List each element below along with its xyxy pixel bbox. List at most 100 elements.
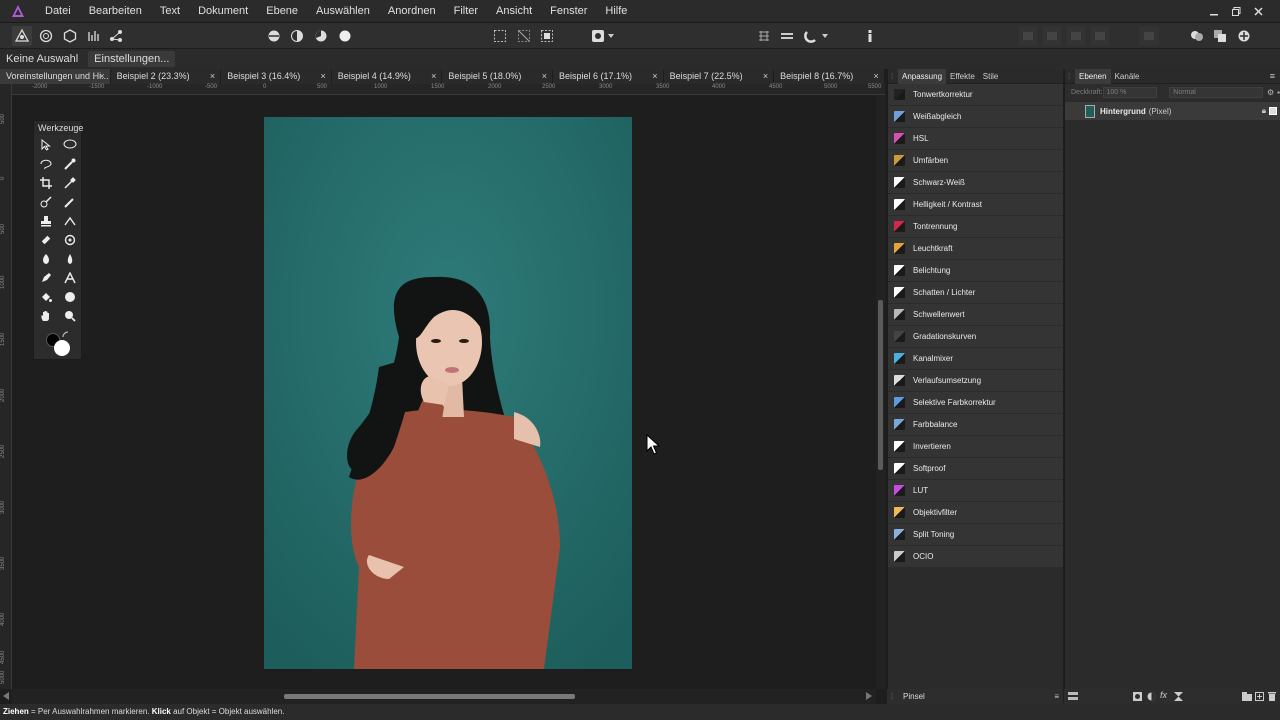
secondary-color-swatch[interactable]: [54, 340, 70, 356]
adjustment-item[interactable]: Objektivfilter: [888, 502, 1063, 523]
tab-document-8[interactable]: Beispiel 8 (16.7%) ×: [774, 69, 885, 84]
scroll-right-icon[interactable]: [866, 692, 872, 700]
adjustment-item[interactable]: Schwellenwert: [888, 304, 1063, 325]
crop-tool-icon[interactable]: [37, 175, 55, 191]
affinity-logo-icon[interactable]: [8, 1, 28, 21]
panel-grip-icon[interactable]: ⁞: [888, 72, 898, 81]
liquify-persona-icon[interactable]: [36, 26, 56, 46]
minimize-icon[interactable]: [1203, 0, 1225, 23]
adjustment-item[interactable]: Kanalmixer: [888, 348, 1063, 369]
delete-layer-icon[interactable]: [1268, 692, 1276, 701]
tab-close-icon[interactable]: ×: [99, 69, 104, 84]
scrollbar-thumb[interactable]: [284, 694, 575, 699]
adjustment-item[interactable]: Helligkeit / Kontrast: [888, 194, 1063, 215]
tone-mapping-persona-icon[interactable]: [84, 26, 104, 46]
blur-tool-icon[interactable]: [61, 251, 79, 267]
snapping-chevron-down-icon[interactable]: [820, 26, 830, 46]
close-icon[interactable]: [1247, 0, 1269, 23]
scroll-left-icon[interactable]: [3, 692, 9, 700]
tab-document-7[interactable]: Beispiel 7 (22.5%) ×: [663, 69, 775, 84]
tab-anpassung[interactable]: Anpassung: [898, 68, 947, 84]
panel-menu-icon[interactable]: ≡: [1054, 692, 1059, 701]
tab-document-3[interactable]: Beispiel 3 (16.4%) ×: [221, 69, 332, 84]
healing-brush-icon[interactable]: [37, 232, 55, 248]
menu-filter[interactable]: Filter: [445, 0, 487, 23]
menu-fenster[interactable]: Fenster: [541, 0, 596, 23]
opacity-field[interactable]: 100 %: [1102, 86, 1158, 98]
adjustment-item[interactable]: LUT: [888, 480, 1063, 501]
align-right-icon[interactable]: [1066, 26, 1086, 46]
auto-levels-icon[interactable]: [264, 26, 284, 46]
tab-document-1[interactable]: Voreinstellungen und Hi... ×: [0, 69, 111, 84]
adjustment-item[interactable]: Weißabgleich: [888, 106, 1063, 127]
add-layer-icon[interactable]: [1255, 692, 1264, 701]
text-tool-icon[interactable]: [61, 270, 79, 286]
develop-persona-icon[interactable]: [60, 26, 80, 46]
arrange-icon[interactable]: [1139, 26, 1159, 46]
zoom-tool-icon[interactable]: [61, 308, 79, 324]
fill-tool-icon[interactable]: [37, 289, 55, 305]
adjustment-item[interactable]: Belichtung: [888, 260, 1063, 281]
red-eye-tool-icon[interactable]: [61, 213, 79, 229]
align-left-icon[interactable]: [1018, 26, 1038, 46]
tab-close-icon[interactable]: ×: [431, 69, 436, 84]
tab-close-icon[interactable]: ×: [321, 69, 326, 84]
gear-icon[interactable]: ⚙: [1267, 88, 1274, 97]
adjustment-layer-icon[interactable]: [1147, 692, 1156, 701]
adjustment-item[interactable]: Tonwertkorrektur: [888, 84, 1063, 105]
panel-grip-icon[interactable]: ⁞: [887, 692, 903, 701]
menu-auswaehlen[interactable]: Auswählen: [307, 0, 379, 23]
mask-layer-icon[interactable]: [1133, 692, 1142, 701]
menu-ansicht[interactable]: Ansicht: [487, 0, 541, 23]
tab-close-icon[interactable]: ×: [210, 69, 215, 84]
swap-colors-icon[interactable]: [62, 331, 70, 339]
photo-persona-icon[interactable]: [12, 26, 32, 46]
live-filter-icon[interactable]: fx: [1160, 690, 1167, 700]
menu-bearbeiten[interactable]: Bearbeiten: [80, 0, 151, 23]
adjustment-item[interactable]: HSL: [888, 128, 1063, 149]
restore-icon[interactable]: [1225, 0, 1247, 23]
adjustment-item[interactable]: Schatten / Lichter: [888, 282, 1063, 303]
menu-anordnen[interactable]: Anordnen: [379, 0, 445, 23]
adjustment-item[interactable]: Farbbalance: [888, 414, 1063, 435]
tab-document-2[interactable]: Beispiel 2 (23.3%) ×: [110, 69, 222, 84]
tab-effekte[interactable]: Effekte: [946, 69, 979, 84]
snapping-grid-icon[interactable]: [754, 26, 774, 46]
adjustment-item[interactable]: Leuchtkraft: [888, 238, 1063, 259]
selection-brush-icon[interactable]: [61, 156, 79, 172]
layer-stack-icon[interactable]: [1068, 692, 1078, 701]
tab-kanaele[interactable]: Kanäle: [1111, 69, 1144, 84]
group-layers-icon[interactable]: [1242, 692, 1252, 701]
settings-button[interactable]: Einstellungen...: [88, 51, 176, 67]
align-center-icon[interactable]: [1042, 26, 1062, 46]
vertical-scrollbar[interactable]: [876, 95, 885, 689]
dodge-tool-icon[interactable]: [37, 251, 55, 267]
menu-datei[interactable]: Datei: [36, 0, 80, 23]
adjustment-item[interactable]: Umfärben: [888, 150, 1063, 171]
insert-behind-icon[interactable]: [1210, 26, 1230, 46]
marquee-select-icon[interactable]: [490, 26, 510, 46]
tab-close-icon[interactable]: ×: [873, 69, 878, 84]
adjustment-item[interactable]: Gradationskurven: [888, 326, 1063, 347]
chevron-down-icon[interactable]: [606, 26, 616, 46]
vertical-ruler[interactable]: 500 0 500 1000 1500 2000 2500 3000 3500 …: [0, 84, 12, 689]
menu-ebene[interactable]: Ebene: [257, 0, 307, 23]
photo-image[interactable]: [264, 117, 632, 669]
adjustment-item[interactable]: Selektive Farbkorrektur: [888, 392, 1063, 413]
adjustment-item[interactable]: OCIO: [888, 546, 1063, 567]
assistant-icon[interactable]: [777, 26, 797, 46]
tab-document-6[interactable]: Beispiel 6 (17.1%) ×: [552, 69, 664, 84]
scrollbar-thumb[interactable]: [878, 300, 883, 470]
brushes-panel-label[interactable]: Pinsel: [903, 692, 925, 701]
insert-top-icon[interactable]: [1234, 26, 1254, 46]
blemish-tool-icon[interactable]: [61, 232, 79, 248]
color-picker-icon[interactable]: [61, 175, 79, 191]
menu-text[interactable]: Text: [151, 0, 189, 23]
adjustment-item[interactable]: Split Toning: [888, 524, 1063, 545]
panel-menu-icon[interactable]: ≡: [1270, 71, 1275, 81]
adjustment-item[interactable]: Schwarz-Weiß: [888, 172, 1063, 193]
tab-stile[interactable]: Stile: [979, 69, 1003, 84]
invert-selection-icon[interactable]: [537, 26, 557, 46]
layer-row[interactable]: Hintergrund (Pixel) 🔒︎: [1065, 102, 1280, 120]
hand-tool-icon[interactable]: [37, 308, 55, 324]
